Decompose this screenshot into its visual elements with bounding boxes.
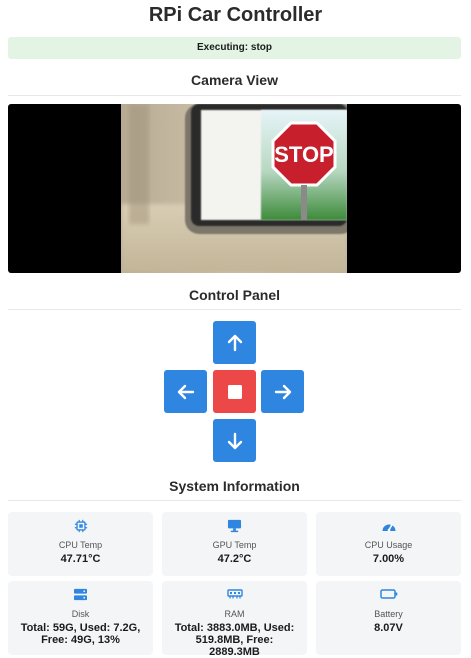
control-section-title: Control Panel [188, 287, 280, 303]
hard-drive-icon [74, 588, 87, 601]
control-section-divider [8, 309, 461, 310]
cpu-usage-card: CPU Usage 7.00% [316, 512, 461, 576]
stop-button[interactable] [213, 370, 256, 413]
right-button[interactable] [261, 370, 304, 413]
monitor-icon [227, 519, 242, 533]
app-title: RPi Car Controller [148, 4, 323, 26]
battery-card: Battery 8.07V [316, 581, 461, 655]
app-page: RPi Car Controller Executing: stop Camer… [0, 0, 471, 658]
left-button[interactable] [164, 370, 207, 413]
camera-view: STOP [8, 104, 461, 273]
gpu-temp-value: 47.2°C [217, 553, 252, 565]
disk-label: Disk [71, 609, 90, 619]
cpu-usage-value: 7.00% [372, 553, 405, 565]
gpu-temp-card: GPU Temp 47.2°C [162, 512, 307, 576]
disk-value: Total: 59G, Used: 7.2G, Free: 49G, 13% [20, 622, 141, 646]
disk-card: Disk Total: 59G, Used: 7.2G, Free: 49G, … [8, 581, 153, 655]
stop-square-icon [227, 384, 242, 399]
ram-label: RAM [224, 609, 245, 619]
cpu-usage-label: CPU Usage [364, 540, 413, 550]
backward-button[interactable] [213, 419, 256, 462]
system-section-divider [8, 500, 461, 501]
gauge-icon [382, 523, 395, 532]
gpu-temp-label: GPU Temp [212, 540, 257, 550]
camera-feed-image: STOP [121, 104, 347, 273]
memory-icon [226, 589, 243, 599]
battery-icon [379, 589, 397, 599]
arrow-right-icon [274, 384, 291, 399]
status-banner: Executing: stop [8, 37, 461, 59]
cpu-temp-label: CPU Temp [58, 540, 103, 550]
battery-label: Battery [374, 609, 403, 619]
forward-button[interactable] [213, 321, 256, 364]
system-section-title: System Information [169, 478, 300, 494]
arrow-up-icon [227, 334, 242, 351]
arrow-left-icon [177, 384, 194, 399]
arrow-down-icon [227, 432, 242, 449]
stop-sign-text: STOP [274, 142, 334, 167]
camera-section-title: Camera View [191, 72, 278, 88]
battery-value: 8.07V [374, 622, 403, 634]
cpu-temp-card: CPU Temp 47.71°C [8, 512, 153, 576]
cpu-icon [74, 519, 87, 533]
camera-section-divider [8, 95, 461, 96]
ram-value: Total: 3883.0MB, Used: 519.8MB, Free: 28… [174, 622, 295, 658]
cpu-temp-value: 47.71°C [60, 553, 101, 565]
ram-card: RAM Total: 3883.0MB, Used: 519.8MB, Free… [162, 581, 307, 658]
